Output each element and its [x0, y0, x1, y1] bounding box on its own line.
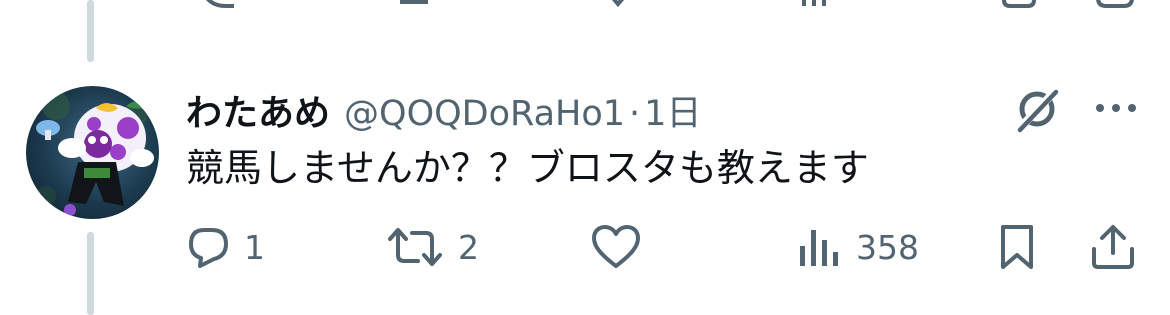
share-button[interactable] [1088, 222, 1138, 272]
retweet-button[interactable]: 2 [386, 222, 479, 272]
previous-tweet-actions [0, 0, 1170, 8]
tweet-text: 競馬しませんか？？ブロスタも教えます [186, 146, 869, 190]
reply-button[interactable]: 1 [186, 222, 265, 272]
thread-line-bottom [87, 232, 94, 315]
reply-icon[interactable] [200, 0, 240, 8]
character-avatar-icon [36, 92, 154, 216]
views-bar-chart-icon [800, 230, 838, 266]
retweet-icon[interactable] [398, 0, 438, 8]
heart-icon[interactable] [598, 0, 638, 8]
grok-icon[interactable] [1012, 84, 1062, 134]
display-name[interactable]: わたあめ [186, 84, 330, 136]
views-count: 358 [856, 227, 919, 267]
user-handle[interactable]: @QOQDoRaHo1 [344, 94, 625, 134]
bookmark-icon[interactable] [998, 0, 1038, 8]
retweet-icon [388, 228, 442, 266]
more-options-icon[interactable] [1093, 98, 1139, 118]
share-icon[interactable] [1092, 0, 1136, 8]
reply-count: 1 [244, 227, 265, 267]
retweet-count: 2 [458, 227, 479, 267]
avatar[interactable] [26, 86, 159, 219]
thread-line-top [87, 0, 94, 62]
bookmark-icon [1001, 225, 1033, 269]
heart-icon [592, 225, 640, 268]
reply-icon [189, 228, 228, 268]
views-bar-chart-icon[interactable] [798, 0, 838, 8]
bookmark-button[interactable] [996, 222, 1038, 272]
views-button[interactable]: 358 [796, 222, 919, 272]
like-button[interactable] [590, 222, 656, 272]
tweet-header: わたあめ @QOQDoRaHo1 · 1日 [186, 84, 701, 134]
share-icon [1092, 225, 1134, 269]
timestamp[interactable]: 1日 [644, 85, 701, 136]
separator-dot: · [629, 94, 641, 134]
